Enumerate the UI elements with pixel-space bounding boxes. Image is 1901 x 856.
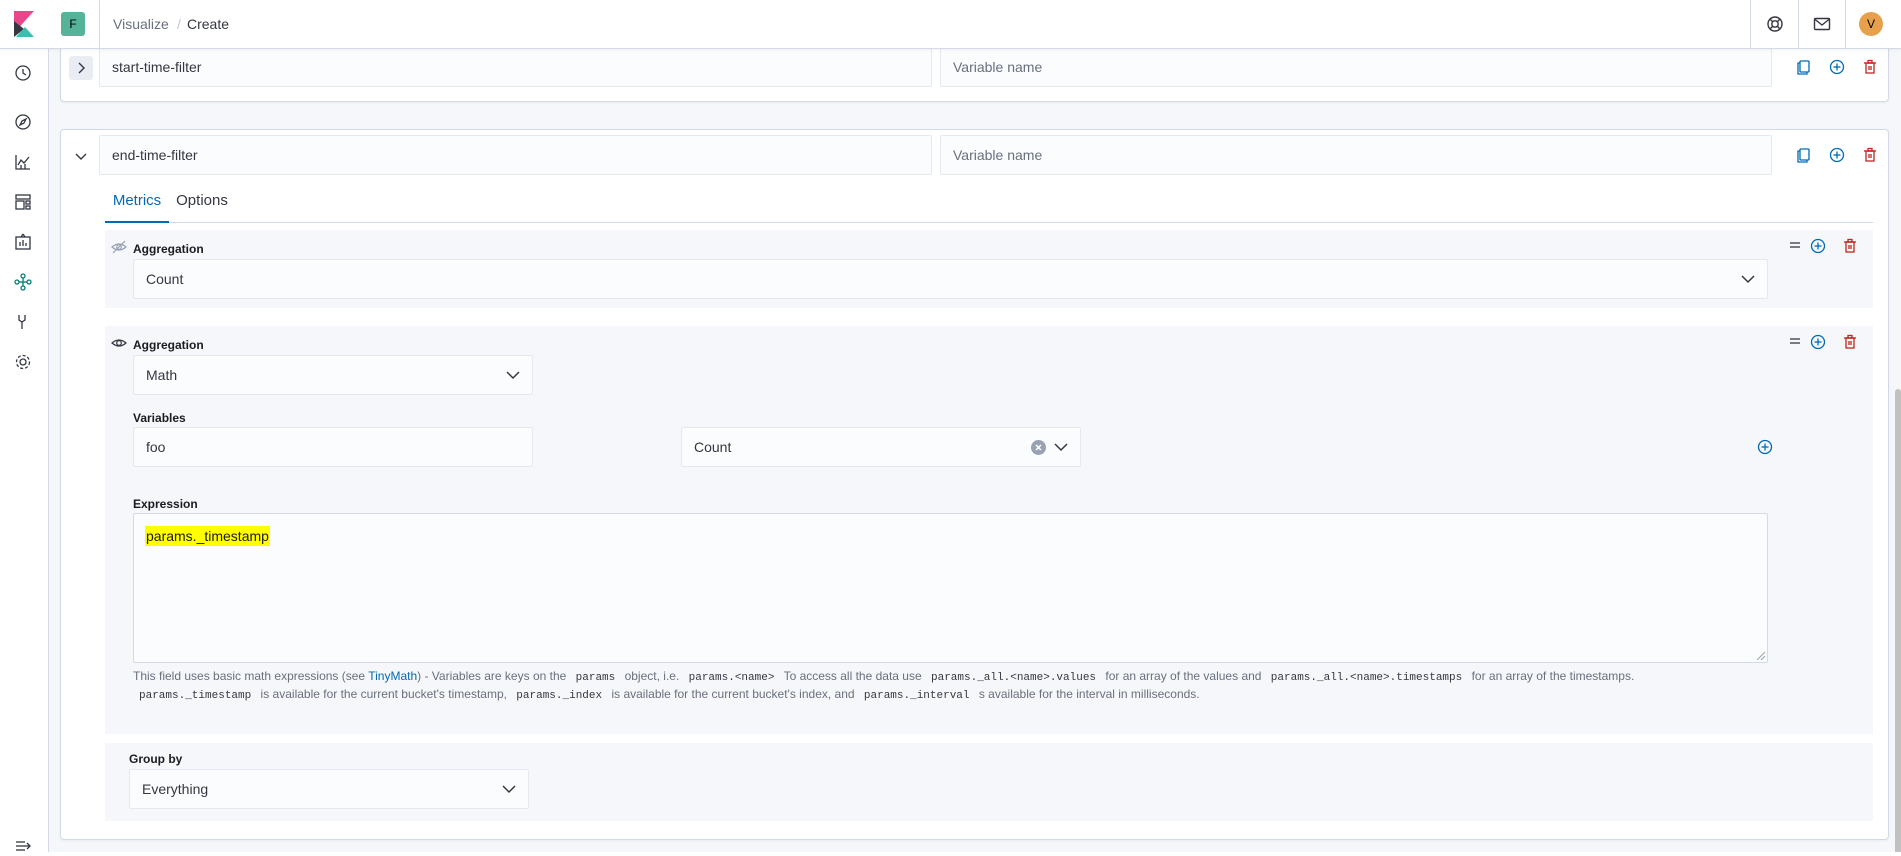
drag-handle-icon[interactable] [1787, 333, 1803, 349]
dev-tools-icon[interactable] [13, 312, 33, 332]
discover-icon[interactable] [13, 112, 33, 132]
graph-icon[interactable] [13, 272, 33, 292]
help-code: params._timestamp [139, 690, 252, 702]
kibana-logo-icon[interactable] [12, 11, 36, 37]
series-label-input[interactable]: end-time-filter [99, 135, 932, 175]
expression-help-line-2: params._timestamp is available for the c… [133, 685, 1200, 705]
group-by-select[interactable]: Everything [129, 769, 529, 809]
aggregation-label: Aggregation [133, 338, 204, 352]
header-divider [1845, 0, 1846, 48]
help-text: is available for the current bucket's in… [608, 687, 858, 701]
variable-name-input[interactable]: Variable name [940, 49, 1772, 87]
canvas-icon[interactable] [13, 232, 33, 252]
tinymath-link[interactable]: TinyMath [368, 669, 417, 683]
clear-selection-icon[interactable] [1031, 440, 1046, 455]
eye-icon[interactable] [111, 335, 127, 351]
help-code: params._all.<name>.values [931, 672, 1097, 684]
tab-metrics[interactable]: Metrics [105, 185, 169, 223]
management-icon[interactable] [13, 352, 33, 372]
help-code: params._all.<name>.timestamps [1270, 672, 1463, 684]
breadcrumb-separator: / [177, 16, 181, 32]
help-text: for an array of the timestamps. [1468, 669, 1635, 683]
collapse-menu-icon[interactable] [13, 836, 33, 856]
chevron-down-icon [1741, 275, 1755, 284]
help-text: This field uses basic math expressions (… [133, 669, 369, 683]
add-aggregation-icon[interactable] [1810, 334, 1826, 350]
help-text: for an array of the values and [1102, 669, 1265, 683]
delete-aggregation-icon[interactable] [1842, 238, 1858, 254]
eye-closed-icon[interactable] [111, 239, 127, 255]
collapse-series-button[interactable] [69, 144, 93, 168]
series-tabs: Metrics Options [105, 185, 1873, 223]
top-header: F Visualize / Create V [0, 0, 1901, 49]
help-text: To access all the data use [780, 669, 925, 683]
variable-name-field[interactable]: foo [133, 427, 533, 467]
series-label-input[interactable]: start-time-filter [99, 49, 932, 87]
help-code: params._interval [863, 690, 970, 702]
resize-handle-icon[interactable] [1756, 651, 1766, 661]
expand-series-button[interactable] [69, 56, 93, 80]
expression-value: params._timestamp [145, 526, 270, 546]
newsfeed-mail-icon[interactable] [1812, 14, 1832, 34]
help-code: params._index [516, 690, 603, 702]
group-by-value: Everything [142, 781, 209, 797]
user-avatar[interactable]: V [1859, 12, 1883, 36]
add-series-icon[interactable] [1829, 59, 1845, 75]
tab-options[interactable]: Options [169, 185, 235, 223]
help-code: params [575, 672, 616, 684]
aggregation-select[interactable]: Math [133, 355, 533, 395]
help-text: s available for the interval in millisec… [975, 687, 1200, 701]
series-panel-end-time-filter: end-time-filter Variable name Metrics Op… [60, 129, 1889, 840]
space-avatar[interactable]: F [61, 12, 85, 36]
delete-series-icon[interactable] [1862, 147, 1878, 163]
clone-series-icon[interactable] [1796, 59, 1812, 75]
clone-series-icon[interactable] [1796, 147, 1812, 163]
delete-series-icon[interactable] [1862, 59, 1878, 75]
add-series-icon[interactable] [1829, 147, 1845, 163]
header-divider [1750, 0, 1751, 48]
aggregation-select-value: Math [146, 367, 178, 383]
header-divider [99, 0, 100, 48]
help-text: object, i.e. [621, 669, 683, 683]
add-aggregation-icon[interactable] [1810, 238, 1826, 254]
expression-label: Expression [133, 497, 198, 511]
chevron-down-icon [506, 371, 520, 380]
main-editor: start-time-filter Variable name end-time… [49, 49, 1901, 852]
series-panel-start-time-filter: start-time-filter Variable name [60, 49, 1889, 102]
group-by-section: Group by Everything [105, 743, 1873, 821]
breadcrumb-visualize[interactable]: Visualize [113, 16, 169, 32]
expression-help-line-1: This field uses basic math expressions (… [133, 667, 1634, 687]
variable-metric-value: Count [694, 439, 732, 455]
scrollbar[interactable] [1895, 389, 1901, 852]
breadcrumb-create: Create [187, 16, 230, 32]
aggregation-row-math: Aggregation Math Variables foo Count Exp… [105, 326, 1873, 734]
help-text: ) - Variables are keys on the [417, 669, 570, 683]
variables-label: Variables [133, 411, 186, 425]
help-code: params.<name> [688, 672, 775, 684]
recently-viewed-icon[interactable] [13, 63, 33, 83]
aggregation-select-value: Count [146, 271, 184, 287]
help-text: is available for the current bucket's ti… [257, 687, 511, 701]
aggregation-select[interactable]: Count [133, 259, 1768, 299]
chevron-down-icon [502, 785, 516, 794]
help-icon[interactable] [1765, 14, 1785, 34]
drag-handle-icon[interactable] [1787, 237, 1803, 253]
dashboard-icon[interactable] [13, 192, 33, 212]
header-divider [1798, 0, 1799, 48]
side-nav [0, 49, 49, 852]
visualize-icon[interactable] [13, 152, 33, 172]
delete-aggregation-icon[interactable] [1842, 334, 1858, 350]
variable-name-input[interactable]: Variable name [940, 135, 1772, 175]
aggregation-row: Aggregation Count [105, 230, 1873, 308]
aggregation-label: Aggregation [133, 242, 204, 256]
chevron-down-icon [1054, 443, 1068, 452]
group-by-label: Group by [129, 752, 183, 766]
add-variable-icon[interactable] [1757, 439, 1773, 455]
expression-textarea[interactable]: params._timestamp [133, 513, 1768, 663]
variable-metric-select[interactable]: Count [681, 427, 1081, 467]
